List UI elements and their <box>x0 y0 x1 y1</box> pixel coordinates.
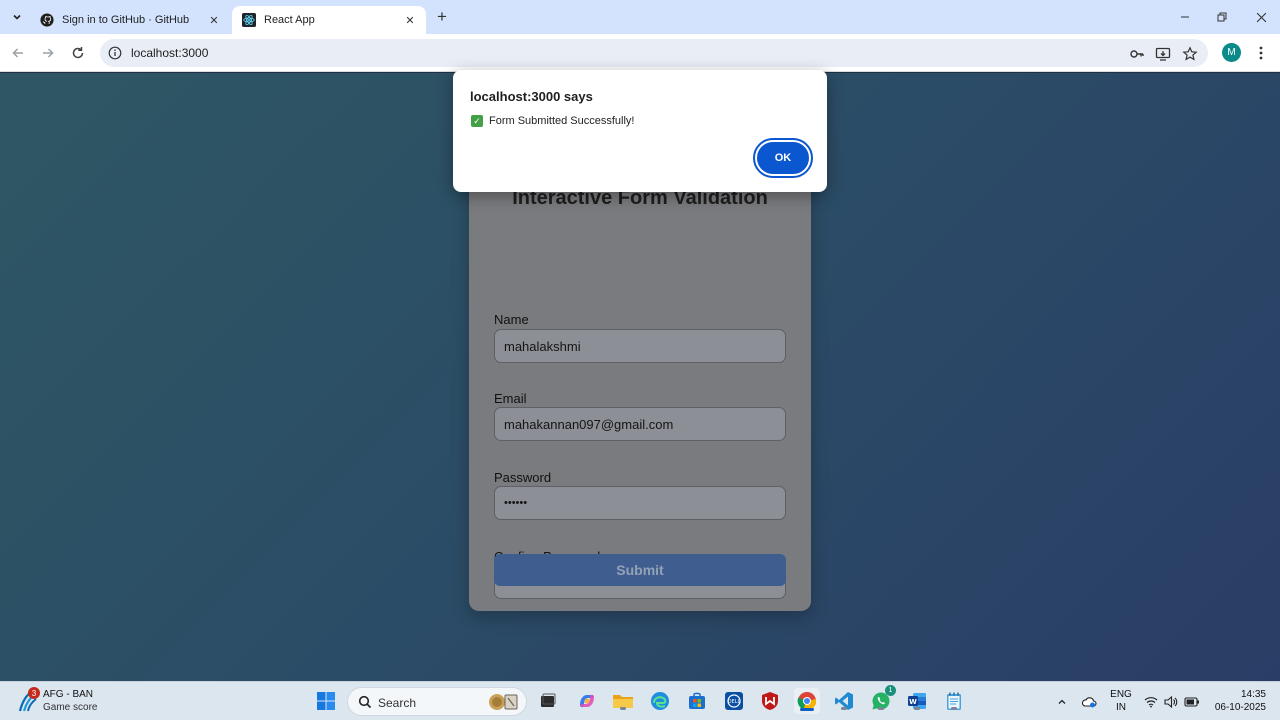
close-icon <box>1256 12 1266 22</box>
react-icon <box>242 13 256 27</box>
language-code: ENG <box>1110 689 1132 700</box>
wifi-tray-icon[interactable] <box>1143 682 1159 720</box>
windows-logo-icon <box>317 692 335 710</box>
submit-button[interactable]: Submit <box>494 554 786 586</box>
notepad-button[interactable] <box>942 689 966 713</box>
back-button[interactable] <box>8 43 28 63</box>
clock-date: 06-10-2025 <box>1214 702 1266 713</box>
url-text[interactable]: localhost:3000 <box>131 46 208 60</box>
running-indicator <box>800 708 814 711</box>
tab-title: Sign in to GitHub · GitHub <box>62 14 190 26</box>
close-icon[interactable]: ✕ <box>402 12 418 28</box>
running-indicator <box>841 707 847 710</box>
profile-avatar[interactable]: M <box>1222 43 1241 62</box>
edge-button[interactable] <box>648 689 672 713</box>
clock-time: 14:35 <box>1240 689 1266 700</box>
browser-menu-button[interactable] <box>1252 43 1270 63</box>
volume-tray-icon[interactable] <box>1162 682 1180 720</box>
ok-button[interactable]: OK <box>753 138 813 178</box>
start-button[interactable] <box>314 689 338 713</box>
arrow-right-icon <box>43 48 54 58</box>
search-highlight-icon <box>489 694 518 710</box>
chevron-up-icon <box>1058 699 1066 704</box>
alert-dialog: localhost:3000 says ✓ Form Submitted Suc… <box>453 70 827 192</box>
search-icon <box>358 695 372 709</box>
running-indicator <box>878 707 884 710</box>
dialog-title: localhost:3000 says <box>470 89 593 104</box>
wifi-icon <box>1144 696 1158 707</box>
shield-icon <box>762 692 778 710</box>
dell-button[interactable]: DELL <box>722 689 746 713</box>
task-view-icon <box>541 693 556 707</box>
tab-react-app[interactable]: React App ✕ <box>232 6 426 34</box>
search-label: Search <box>378 696 417 710</box>
running-indicator <box>951 707 957 710</box>
chevron-down-icon <box>13 14 21 20</box>
chrome-button[interactable] <box>794 688 820 714</box>
github-icon <box>40 13 54 27</box>
task-view-button[interactable] <box>536 689 560 713</box>
minimize-button[interactable] <box>1173 6 1197 28</box>
battery-tray-icon[interactable] <box>1183 682 1201 720</box>
taskbar: 3 AFG - BAN Game score Search DELL 1 W E… <box>0 681 1280 720</box>
show-hidden-icons-button[interactable] <box>1054 682 1070 720</box>
file-explorer-button[interactable] <box>611 689 635 713</box>
new-tab-button[interactable]: + <box>432 7 452 27</box>
running-indicator <box>620 707 626 710</box>
address-bar[interactable]: localhost:3000 <box>100 39 1208 67</box>
browser-toolbar: localhost:3000 M <box>0 34 1280 72</box>
svg-text:DELL: DELL <box>728 699 741 705</box>
system-clock[interactable]: 14:35 06-10-2025 <box>1206 688 1266 714</box>
dell-icon: DELL <box>725 692 743 710</box>
close-window-button[interactable] <box>1249 6 1273 28</box>
svg-text:W: W <box>909 698 917 706</box>
restore-button[interactable] <box>1210 6 1234 28</box>
whatsapp-badge: 1 <box>885 685 896 696</box>
more-vertical-icon <box>1259 46 1263 60</box>
widget-title: AFG - BAN <box>43 689 94 700</box>
arrow-left-icon <box>12 48 23 58</box>
language-indicator[interactable]: ENG IN <box>1110 688 1132 714</box>
battery-icon <box>1184 696 1199 707</box>
widget-subtitle: Game score <box>43 702 98 713</box>
whatsapp-button[interactable]: 1 <box>869 685 896 713</box>
store-button[interactable] <box>685 689 709 713</box>
copilot-button[interactable] <box>575 689 599 713</box>
tab-github[interactable]: Sign in to GitHub · GitHub ✕ <box>30 6 230 34</box>
region-code: IN <box>1116 702 1126 713</box>
dialog-message-text: Form Submitted Successfully! <box>489 115 635 127</box>
tab-title: React App <box>264 14 315 26</box>
avatar-initial: M <box>1227 47 1236 58</box>
bookmark-star-icon[interactable] <box>1182 46 1198 62</box>
notification-badge: 3 <box>28 687 40 699</box>
forward-button[interactable] <box>38 43 58 63</box>
reload-icon <box>72 47 84 59</box>
info-icon[interactable] <box>108 46 122 60</box>
form-card-overlay: Submit <box>469 143 811 611</box>
tab-search-button[interactable] <box>6 6 28 28</box>
store-icon <box>689 692 705 709</box>
dialog-message: ✓ Form Submitted Successfully! <box>471 115 635 127</box>
taskbar-search[interactable]: Search <box>347 687 527 716</box>
close-icon[interactable]: ✕ <box>206 12 222 28</box>
minimize-icon <box>1181 16 1189 18</box>
copilot-icon <box>580 694 594 708</box>
install-app-icon[interactable] <box>1155 46 1171 62</box>
check-icon: ✓ <box>471 115 483 127</box>
password-key-icon[interactable] <box>1129 46 1145 62</box>
vscode-button[interactable] <box>832 689 856 713</box>
reload-button[interactable] <box>68 43 88 63</box>
mcafee-button[interactable] <box>758 689 782 713</box>
restore-icon <box>1217 12 1227 22</box>
onedrive-tray-button[interactable] <box>1080 682 1098 720</box>
weather-widget[interactable]: 3 AFG - BAN Game score <box>14 687 134 717</box>
running-indicator <box>914 707 920 710</box>
volume-icon <box>1164 695 1178 708</box>
cloud-icon <box>1081 696 1097 707</box>
edge-icon <box>651 692 669 710</box>
word-button[interactable]: W <box>905 689 929 713</box>
plus-icon: + <box>437 7 447 26</box>
tab-strip: Sign in to GitHub · GitHub ✕ React App ✕… <box>0 0 1280 34</box>
